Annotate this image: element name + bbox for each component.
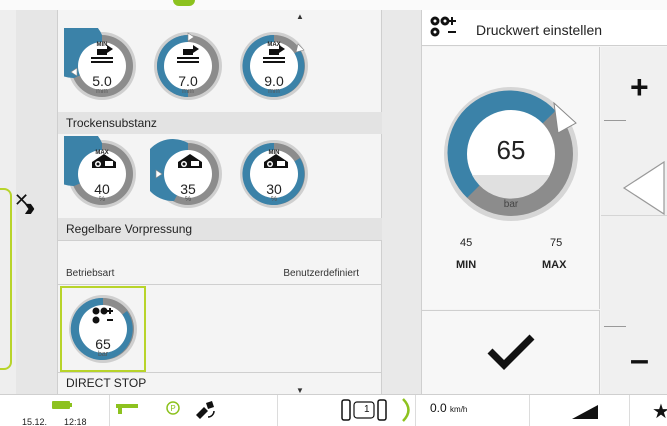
scroll-up-icon[interactable]: ▲ xyxy=(296,12,304,21)
drive-direction-icon xyxy=(402,398,410,422)
speed-unit: km/h xyxy=(450,405,468,414)
dry-matter-min-knob[interactable]: MIN 30 % xyxy=(236,136,312,212)
confirm-area xyxy=(422,310,600,394)
knob-value: 30 xyxy=(266,181,282,197)
status-time: 12:18 xyxy=(64,417,87,426)
top-strip xyxy=(0,0,667,10)
left-accent-bracket xyxy=(0,188,12,370)
cutting-length-mid-knob[interactable]: 7.0 mm xyxy=(150,28,226,104)
speed-value: 0.0 xyxy=(430,401,447,415)
settings-list-panel: ▲ MIN 5.0 mm 7.0 mm MAX 9.0 mm Trockensu… xyxy=(58,10,382,395)
pressure-knob[interactable]: 65 bar xyxy=(65,291,141,367)
min-value: 45 xyxy=(460,237,473,249)
screen: ›› ▲ MIN 5.0 mm 7.0 mm MAX 9.0 mm Trocke… xyxy=(0,0,667,426)
section-header-direct-stop: DIRECT STOP xyxy=(66,376,147,390)
dry-matter-max-knob[interactable]: MAX 40 % xyxy=(64,136,140,212)
knob-unit: mm xyxy=(182,88,194,95)
gps-signal-icon xyxy=(196,401,215,419)
gear-number: 1 xyxy=(364,404,370,415)
cutting-length-max-knob[interactable]: MAX 9.0 mm xyxy=(236,28,312,104)
favorite-star-icon[interactable]: ★ xyxy=(652,399,667,424)
knob-value: 5.0 xyxy=(92,73,112,89)
max-label: MAX xyxy=(542,259,567,271)
dialog-value-area: 65 bar 45 75 MIN MAX xyxy=(422,47,600,309)
knob-value: 7.0 xyxy=(178,73,198,89)
step-mark xyxy=(604,120,626,121)
svg-text:P: P xyxy=(170,404,175,413)
divider xyxy=(58,372,382,373)
knob-tag: MIN xyxy=(96,42,108,48)
pressure-unit: bar xyxy=(503,199,519,210)
knob-value: 40 xyxy=(94,181,110,197)
operating-mode-label: Betriebsart xyxy=(66,268,115,279)
speed-readout: 0.0 km/h xyxy=(430,401,467,415)
top-tab[interactable] xyxy=(173,0,195,6)
knob-value: 65 xyxy=(95,336,111,352)
knob-value: 9.0 xyxy=(264,73,284,89)
decrease-button[interactable]: – xyxy=(630,343,649,377)
knob-unit: % xyxy=(184,196,192,203)
knob-tag: MAX xyxy=(267,42,281,48)
knob-unit: bar xyxy=(97,351,109,358)
increase-button[interactable]: + xyxy=(630,71,649,103)
divider xyxy=(58,284,382,285)
section-header-pre-compression: Regelbare Vorpressung xyxy=(58,218,382,240)
pressure-rollers-icon xyxy=(430,16,456,37)
pressure-value: 65 xyxy=(496,135,526,165)
ramp-icon xyxy=(572,405,598,419)
knob-tag: MAX xyxy=(95,150,109,156)
knob-unit: % xyxy=(98,196,106,203)
divider xyxy=(58,240,382,241)
knob-value: 35 xyxy=(180,181,196,197)
min-label: MIN xyxy=(456,259,477,271)
pressure-dialog: Druckwert einstellen 65 bar 45 75 MIN MA… xyxy=(422,10,667,394)
status-cell-steering: 1 xyxy=(278,395,416,426)
close-column xyxy=(382,10,422,394)
max-value: 75 xyxy=(550,237,563,249)
status-bar: 15.12. 12:18 P 1 0.0 km/h ★ xyxy=(0,394,667,426)
status-cell-indicators: P xyxy=(110,395,278,426)
status-cell-clock: 15.12. 12:18 xyxy=(0,395,110,426)
operating-mode-value[interactable]: Benutzerdefiniert xyxy=(283,268,359,279)
cutting-length-min-knob[interactable]: MIN 5.0 mm xyxy=(64,28,140,104)
section-header-dry-matter: Trockensubstanz xyxy=(58,112,382,134)
dry-matter-mid-knob[interactable]: 35 % xyxy=(150,136,226,212)
battery-icon xyxy=(52,401,72,409)
close-icon[interactable]: ✕ xyxy=(14,190,29,211)
parking-brake-icon: P xyxy=(166,401,180,415)
knob-unit: mm xyxy=(96,88,108,95)
dialog-title: Druckwert einstellen xyxy=(476,22,603,38)
knob-unit: % xyxy=(270,196,278,203)
status-cell-ramp xyxy=(530,395,630,426)
header-icon xyxy=(116,404,138,414)
step-mark xyxy=(604,326,626,327)
status-date: 15.12. xyxy=(22,417,48,426)
knob-unit: mm xyxy=(268,88,280,95)
confirm-check-icon[interactable] xyxy=(486,331,536,371)
previous-value-arrow-icon[interactable] xyxy=(622,160,666,216)
dialog-header: Druckwert einstellen xyxy=(422,10,667,46)
knob-tag: MIN xyxy=(268,150,280,156)
